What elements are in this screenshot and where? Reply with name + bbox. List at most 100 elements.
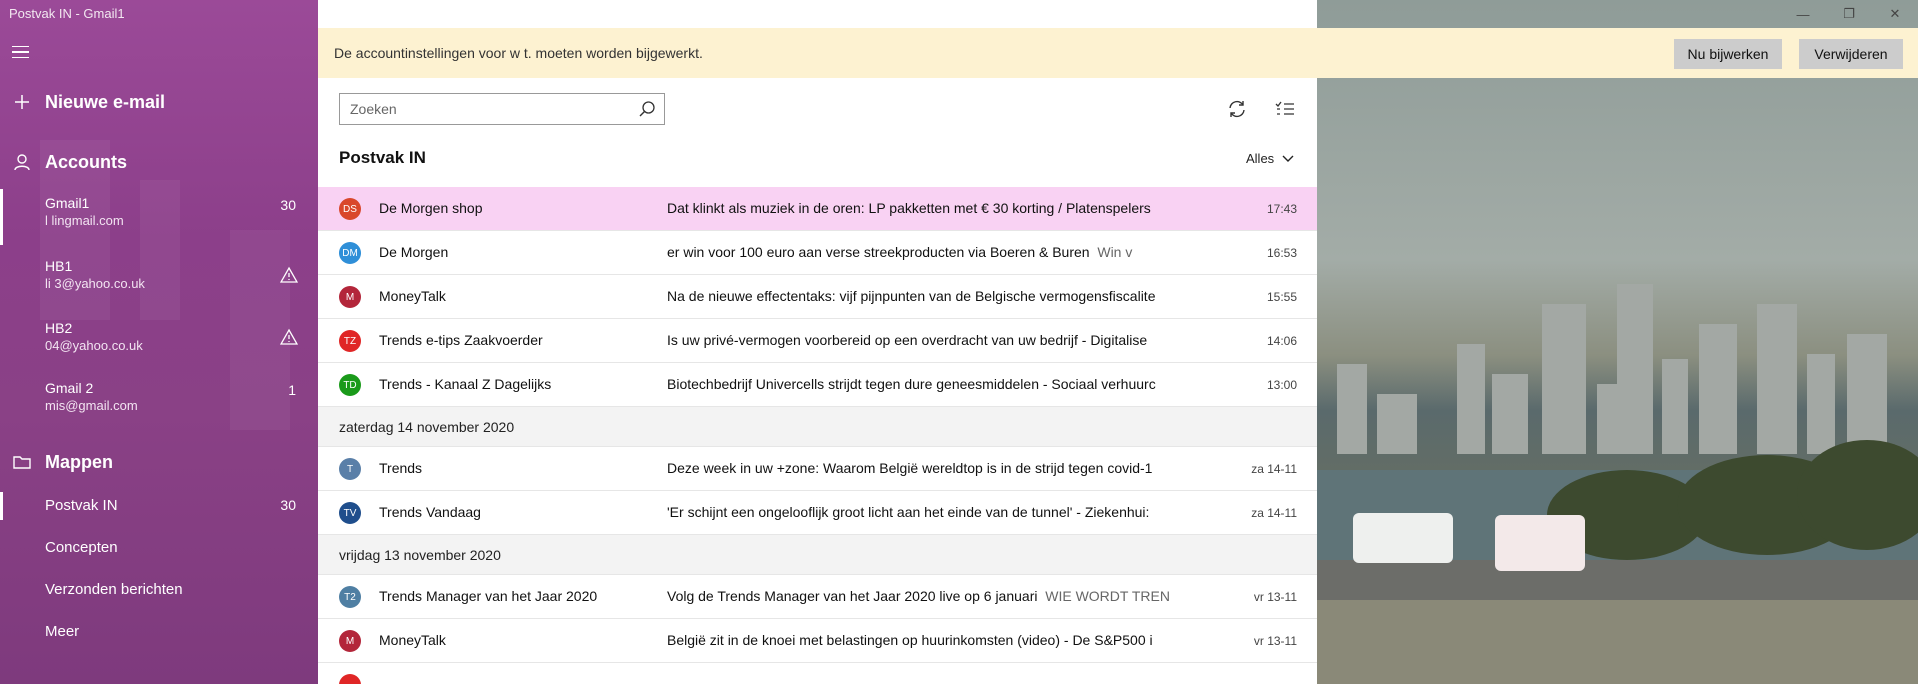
- background-building: [1377, 394, 1417, 454]
- message-time: 17:43: [1266, 202, 1297, 216]
- new-mail-button[interactable]: Nieuwe e-mail: [0, 90, 318, 114]
- sender-avatar: DS: [339, 198, 361, 220]
- folder-item-inbox[interactable]: Postvak IN 30: [0, 486, 318, 526]
- message-time: 15:55: [1266, 290, 1297, 304]
- selection-mode-icon[interactable]: [1274, 98, 1296, 120]
- search-input[interactable]: [340, 94, 640, 124]
- sender-avatar: TZ: [339, 330, 361, 352]
- search-box: [339, 93, 665, 125]
- folder-label: Concepten: [45, 539, 118, 556]
- folder-title: Postvak IN: [339, 148, 426, 167]
- account-settings-infobar: De accountinstellingen voor w t. moeten …: [318, 28, 1918, 78]
- account-item-gmail1[interactable]: Gmail1 l lingmail.com 30: [0, 189, 318, 245]
- new-mail-label: Nieuwe e-mail: [45, 92, 166, 112]
- message-subject: Dat klinkt als muziek in de oren: LP pak…: [667, 200, 1187, 216]
- warning-icon: [280, 266, 298, 283]
- message-subject: België zit in de knoei met belastingen o…: [667, 632, 1187, 648]
- message-subject: Na de nieuwe effectentaks: vijf pijnpunt…: [667, 288, 1187, 304]
- message-subject: Volg de Trends Manager van het Jaar 2020…: [667, 588, 1187, 604]
- hamburger-menu-icon[interactable]: [12, 42, 32, 62]
- search-icon[interactable]: [638, 100, 656, 118]
- folders-header[interactable]: Mappen: [0, 450, 318, 474]
- message-row[interactable]: TV Trends Vandaag 'Er schijnt een ongelo…: [318, 491, 1317, 535]
- message-sender: Trends Vandaag: [379, 504, 481, 520]
- message-sender: Trends: [379, 460, 423, 476]
- minimize-button[interactable]: —: [1780, 0, 1826, 28]
- message-time: vr 13-11: [1253, 590, 1297, 604]
- message-row[interactable]: TD Trends - Kanaal Z Dagelijks Biotechbe…: [318, 363, 1317, 407]
- infobar-message: De accountinstellingen voor w t. moeten …: [334, 45, 703, 61]
- folder-icon: [13, 456, 31, 469]
- message-row[interactable]: T Trends Deze week in uw +zone: Waarom B…: [318, 447, 1317, 491]
- folder-item-drafts[interactable]: Concepten: [0, 528, 318, 568]
- message-row[interactable]: T2 Trends Manager van het Jaar 2020 Volg…: [318, 575, 1317, 619]
- message-row-partial[interactable]: [318, 663, 1317, 684]
- background-building: [1337, 364, 1367, 454]
- message-row[interactable]: DM De Morgen er win voor 100 euro aan ve…: [318, 231, 1317, 275]
- subject-text: Biotechbedrijf Univercells strijdt tegen…: [667, 376, 1156, 392]
- maximize-button[interactable]: ❐: [1826, 0, 1872, 28]
- update-now-button[interactable]: Nu bijwerken: [1674, 39, 1782, 69]
- message-list-pane: Postvak IN Alles DS De Morgen shop Dat k…: [318, 0, 1317, 684]
- account-name: Gmail 2: [45, 380, 94, 396]
- close-button[interactable]: ✕: [1872, 0, 1918, 28]
- message-time: za 14-11: [1251, 506, 1297, 520]
- message-time: 13:00: [1266, 378, 1297, 392]
- background-vehicle: [1353, 513, 1453, 563]
- sender-avatar: M: [339, 286, 361, 308]
- background-building: [1617, 284, 1653, 454]
- account-email: l lingmail.com: [45, 213, 124, 228]
- subject-preview: Win v: [1097, 244, 1133, 260]
- message-time: 16:53: [1266, 246, 1297, 260]
- subject-text: België zit in de knoei met belastingen o…: [667, 632, 1153, 648]
- account-unread-count: 1: [288, 382, 296, 398]
- chevron-down-icon: [1282, 155, 1294, 162]
- message-subject: Is uw privé-vermogen voorbereid op een o…: [667, 332, 1187, 348]
- subject-text: Volg de Trends Manager van het Jaar 2020…: [667, 588, 1038, 604]
- folder-label: Verzonden berichten: [45, 581, 183, 598]
- sidebar: Nieuwe e-mail Accounts Gmail1 l lingmail…: [0, 0, 318, 684]
- subject-text: Dat klinkt als muziek in de oren: LP pak…: [667, 200, 1151, 216]
- folder-label: Postvak IN: [45, 497, 118, 514]
- date-group-label: zaterdag 14 november 2020: [339, 419, 515, 435]
- background-ground: [1317, 600, 1918, 684]
- message-row[interactable]: M MoneyTalk België zit in de knoei met b…: [318, 619, 1317, 663]
- background-building: [1542, 304, 1586, 454]
- background-road: [1317, 560, 1918, 600]
- accounts-header-label: Accounts: [45, 152, 128, 172]
- accounts-header[interactable]: Accounts: [0, 150, 318, 174]
- folder-label: Meer: [45, 623, 80, 640]
- folder-item-sent[interactable]: Verzonden berichten: [0, 570, 318, 610]
- plus-icon: [15, 95, 29, 109]
- account-name: HB1: [45, 258, 73, 274]
- sync-icon[interactable]: [1226, 98, 1248, 120]
- desktop-background: [1317, 0, 1918, 684]
- account-unread-count: 30: [280, 197, 296, 213]
- background-building: [1597, 384, 1619, 454]
- subject-text: er win voor 100 euro aan verse streekpro…: [667, 244, 1090, 260]
- message-subject: er win voor 100 euro aan verse streekpro…: [667, 244, 1187, 260]
- warning-icon: [280, 328, 298, 345]
- message-subject: Deze week in uw +zone: Waarom België wer…: [667, 460, 1187, 476]
- account-item-hb1[interactable]: HB1 li 3@yahoo.co.uk: [0, 252, 318, 308]
- message-sender: Trends Manager van het Jaar 2020: [379, 588, 598, 604]
- message-row[interactable]: DS De Morgen shop Dat klinkt als muziek …: [318, 187, 1317, 231]
- remove-button[interactable]: Verwijderen: [1799, 39, 1903, 69]
- subject-text: Na de nieuwe effectentaks: vijf pijnpunt…: [667, 288, 1156, 304]
- message-time: vr 13-11: [1253, 634, 1297, 648]
- account-item-hb2[interactable]: HB2 04@yahoo.co.uk: [0, 314, 318, 370]
- background-building: [1492, 374, 1528, 454]
- folder-item-more[interactable]: Meer: [0, 612, 318, 652]
- message-row[interactable]: M MoneyTalk Na de nieuwe effectentaks: v…: [318, 275, 1317, 319]
- sender-avatar: T: [339, 458, 361, 480]
- folder-unread-count: 30: [280, 497, 296, 513]
- subject-text: 'Er schijnt een ongelooflijk groot licht…: [667, 504, 1150, 520]
- filter-label: Alles: [1246, 151, 1275, 166]
- filter-dropdown[interactable]: Alles: [1246, 151, 1294, 166]
- message-list: DS De Morgen shop Dat klinkt als muziek …: [318, 187, 1317, 684]
- message-time: 14:06: [1266, 334, 1297, 348]
- background-building: [1757, 304, 1797, 454]
- background-building: [1662, 359, 1688, 454]
- message-row[interactable]: TZ Trends e-tips Zaakvoerder Is uw privé…: [318, 319, 1317, 363]
- account-item-gmail2[interactable]: Gmail 2 mis@gmail.com 1: [0, 374, 318, 430]
